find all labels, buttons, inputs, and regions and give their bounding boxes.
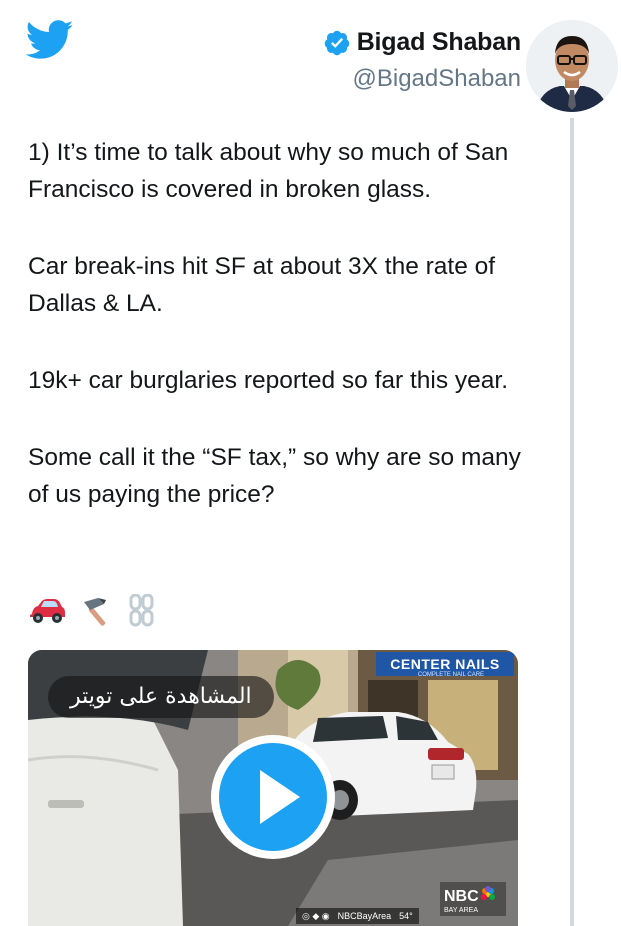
thread-connector-line [570, 118, 574, 926]
car-emoji [30, 599, 65, 623]
video-player[interactable]: CENTER NAILS COMPLETE NAIL CARE المشاهدة… [28, 650, 518, 926]
avatar[interactable] [526, 20, 618, 112]
avatar-portrait [526, 20, 618, 112]
tweet-paragraph: 19k+ car burglaries reported so far this… [28, 367, 509, 394]
play-icon[interactable] [208, 732, 338, 862]
verified-badge-icon [324, 30, 349, 55]
tweet-body: 1) It’s time to talk about why so much o… [28, 134, 548, 513]
channel-logo-text: NBC [444, 888, 479, 905]
chains-emoji [129, 594, 154, 627]
store-sign-subtitle: COMPLETE NAIL CARE [417, 672, 485, 678]
tweet-screen: Bigad Shaban @BigadShaban 1) It’s time t… [0, 0, 621, 926]
channel-sub-text: BAY AREA [444, 907, 478, 914]
author-handle[interactable]: @BigadShaban [323, 65, 522, 93]
watch-on-twitter-label[interactable]: المشاهدة على تويتر [48, 676, 274, 718]
tweet-paragraph: 1) It’s time to talk about why so much o… [28, 139, 509, 203]
author-display-name[interactable]: Bigad Shaban [357, 28, 521, 57]
broadcast-ticker: ◎ ◆ ◉ NBCBayArea 54° [296, 908, 419, 924]
twitter-bird-icon[interactable] [26, 20, 74, 60]
author-header[interactable]: Bigad Shaban @BigadShaban [323, 28, 521, 93]
tweet-emoji-row [28, 594, 156, 628]
hammer-emoji [84, 598, 106, 626]
author-name-row: Bigad Shaban [323, 28, 521, 57]
tweet-paragraph: Car break-ins hit SF at about 3X the rat… [28, 253, 496, 317]
ticker-temperature: 54° [399, 911, 413, 921]
social-icons: ◎ ◆ ◉ [302, 910, 330, 921]
tweet-paragraph: Some call it the “SF tax,” so why are so… [28, 444, 521, 508]
nbc-logo-icon: NBC BAY AREA [440, 882, 506, 916]
ticker-handle: NBCBayArea [337, 911, 392, 921]
